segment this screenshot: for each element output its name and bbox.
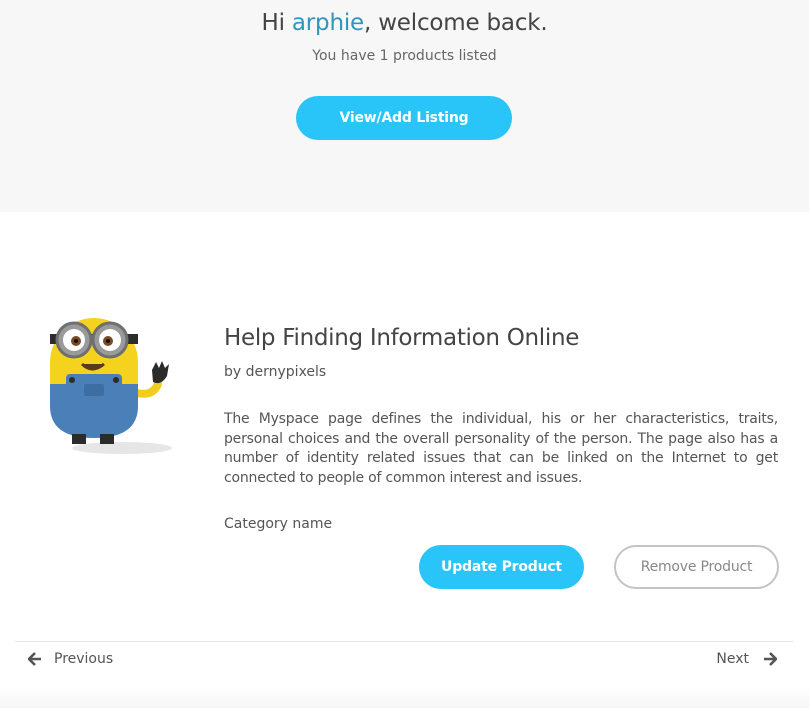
greeting-prefix: Hi — [261, 10, 292, 36]
welcome-header: Hi arphie, welcome back. You have 1 prod… — [0, 0, 809, 212]
product-title: Help Finding Information Online — [224, 325, 580, 351]
product-author: by dernypixels — [224, 364, 327, 380]
pager-divider — [15, 641, 794, 642]
remove-product-button[interactable]: Remove Product — [614, 545, 779, 589]
next-page-link[interactable]: Next — [716, 649, 777, 669]
username-link[interactable]: arphie — [292, 10, 364, 36]
next-label: Next — [716, 651, 749, 667]
welcome-greeting: Hi arphie, welcome back. — [0, 10, 809, 36]
product-image — [50, 318, 172, 454]
products-count-text: You have 1 products listed — [312, 48, 497, 64]
product-category: Category name — [224, 516, 333, 532]
product-description: The Myspace page defines the individual,… — [224, 411, 778, 486]
previous-label: Previous — [54, 651, 114, 667]
greeting-suffix: , welcome back. — [363, 10, 548, 36]
arrow-left-icon — [28, 652, 41, 666]
view-add-listing-button[interactable]: View/Add Listing — [296, 96, 512, 140]
previous-page-link[interactable]: Previous — [28, 649, 113, 669]
update-product-button[interactable]: Update Product — [419, 545, 584, 589]
footer-fade — [0, 688, 809, 708]
arrow-right-icon — [764, 652, 777, 666]
